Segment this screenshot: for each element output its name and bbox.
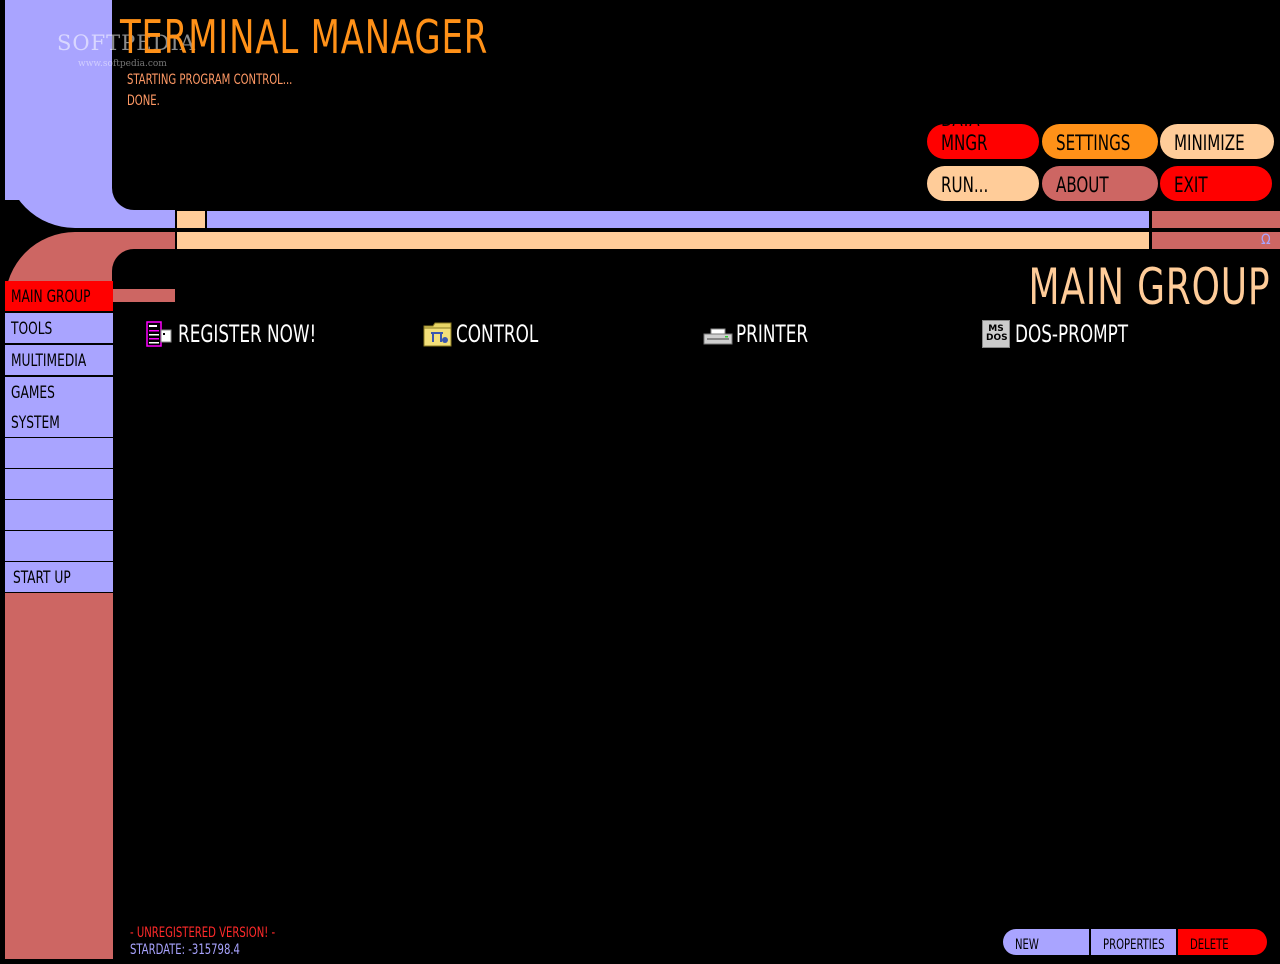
frame-elbow-bottom-inner [112, 249, 232, 289]
sidebar-bottom-block [5, 593, 113, 959]
properties-button[interactable]: Properties [1091, 929, 1176, 955]
program-label: Printer [736, 320, 809, 348]
program-label: Register Now! [178, 320, 317, 348]
data-mngr-button[interactable]: Data Mngr [927, 107, 1039, 159]
top-bar-lavender [207, 211, 1149, 228]
status-line-1: Starting program control... [127, 72, 293, 88]
sidebar-item-main-group[interactable]: Main Group [5, 281, 113, 311]
sidebar-item-start-up[interactable]: Start Up [5, 562, 113, 592]
sidebar-item-empty-1[interactable] [5, 438, 113, 468]
status-line-2: Done. [127, 93, 160, 109]
sidebar-item-system[interactable]: System [5, 407, 113, 437]
minimize-button[interactable]: Minimize [1160, 124, 1274, 159]
new-button[interactable]: New [1003, 929, 1089, 955]
sidebar-item-games[interactable]: Games [5, 377, 113, 407]
run-button[interactable]: Run... [927, 166, 1039, 201]
sidebar-item-multimedia[interactable]: Multimedia [5, 345, 113, 375]
program-label: Control [456, 320, 539, 348]
stardate: Stardate: -315798.4 [130, 942, 240, 958]
group-title: Main Group [1028, 258, 1270, 316]
program-register-now[interactable]: Register Now! [145, 318, 355, 350]
delete-button[interactable]: Delete [1178, 929, 1267, 955]
program-label: DOS-Prompt [1015, 320, 1129, 348]
sidebar-item-tools[interactable]: Tools [5, 313, 113, 343]
sidebar-item-empty-2[interactable] [5, 469, 113, 499]
omega-icon[interactable]: Ω [1261, 232, 1271, 248]
top-bar-peach-segment [177, 211, 205, 228]
unregistered-notice: - Unregistered Version! - [130, 925, 276, 941]
top-bar-salmon [1152, 211, 1280, 228]
register-icon [145, 320, 173, 348]
top-bar-lavender-left [170, 211, 175, 228]
second-bar-peach [177, 232, 1149, 249]
program-dos-prompt[interactable]: MS DOS DOS-Prompt [982, 318, 1160, 350]
msdos-icon: MS DOS [982, 320, 1010, 348]
msdos-icon-text: MS DOS [986, 324, 1008, 343]
app-title: Terminal Manager [120, 10, 489, 64]
program-control[interactable]: Control [423, 318, 561, 350]
exit-button[interactable]: Exit [1160, 166, 1272, 201]
about-button[interactable]: About [1042, 166, 1158, 201]
sidebar-item-empty-4[interactable] [5, 531, 113, 561]
program-printer[interactable]: Printer [703, 318, 828, 350]
control-folder-icon [423, 320, 452, 348]
printer-icon [703, 320, 733, 348]
settings-button[interactable]: Settings [1042, 124, 1158, 159]
sidebar-item-empty-3[interactable] [5, 500, 113, 530]
